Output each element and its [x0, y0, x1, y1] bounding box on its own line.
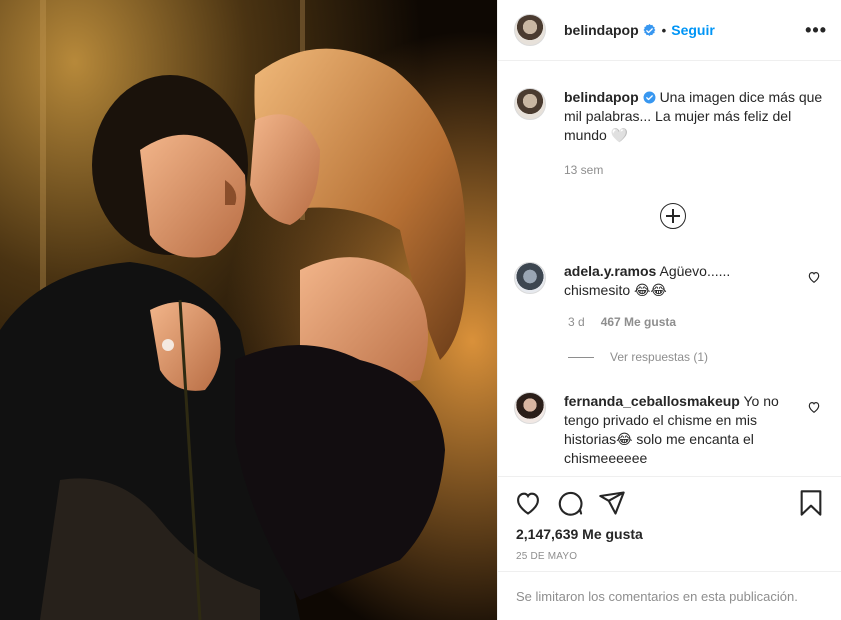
post-side-panel: belindapop • Seguir ••• belindapop Una i…: [497, 0, 841, 620]
verified-badge-icon: [643, 23, 656, 36]
comment-username[interactable]: adela.y.ramos: [564, 263, 656, 279]
post-caption: belindapop Una imagen dice más que mil p…: [514, 88, 825, 145]
post-header: belindapop • Seguir •••: [498, 0, 841, 61]
actions-bar: [498, 476, 841, 516]
comments-limited-notice: Se limitaron los comentarios en esta pub…: [498, 571, 841, 620]
comment-avatar[interactable]: [514, 262, 546, 294]
replies-line: [568, 356, 594, 358]
likes-count[interactable]: 2,147,639 Me gusta: [516, 526, 643, 542]
comment-likes[interactable]: 467 Me gusta: [601, 315, 676, 329]
follow-button[interactable]: Seguir: [671, 22, 715, 38]
view-replies-label[interactable]: Ver respuestas (1): [610, 350, 708, 364]
more-options-icon[interactable]: •••: [805, 20, 827, 41]
caption-avatar[interactable]: [514, 88, 546, 120]
comment-avatar[interactable]: [514, 392, 546, 424]
caption-username[interactable]: belindapop: [564, 89, 639, 105]
comment-time[interactable]: 3 d: [568, 315, 585, 329]
post-photo-art: [0, 0, 497, 620]
comment-body: adela.y.ramos Agüevo...... chismesito 😂😂: [564, 262, 794, 300]
author-avatar[interactable]: [514, 14, 546, 46]
post-date[interactable]: 25 DE MAYO: [516, 551, 577, 562]
share-send-icon[interactable]: [598, 489, 626, 517]
verified-badge-icon: [643, 91, 656, 104]
comment-meta: 3 d 467 Me gusta: [568, 315, 676, 329]
caption-timestamp[interactable]: 13 sem: [564, 163, 603, 177]
comment-item: adela.y.ramos Agüevo...... chismesito 😂😂: [514, 262, 827, 300]
like-heart-icon[interactable]: [514, 489, 542, 517]
like-comment-heart-icon[interactable]: [807, 400, 821, 414]
comment-body: fernanda_ceballosmakeup Yo no tengo priv…: [564, 392, 794, 468]
comment-item: fernanda_ceballosmakeup Yo no tengo priv…: [514, 392, 827, 468]
comment-username[interactable]: fernanda_ceballosmakeup: [564, 393, 740, 409]
view-replies[interactable]: Ver respuestas (1): [568, 350, 708, 364]
caption-body: belindapop Una imagen dice más que mil p…: [564, 88, 825, 145]
like-comment-heart-icon[interactable]: [807, 270, 821, 284]
separator-dot: •: [661, 22, 667, 38]
comment-bubble-icon[interactable]: [556, 489, 584, 517]
save-bookmark-icon[interactable]: [797, 489, 825, 517]
post-photo[interactable]: [0, 0, 497, 620]
author-username[interactable]: belindapop: [564, 22, 639, 38]
load-more-comments-icon[interactable]: [660, 203, 686, 229]
